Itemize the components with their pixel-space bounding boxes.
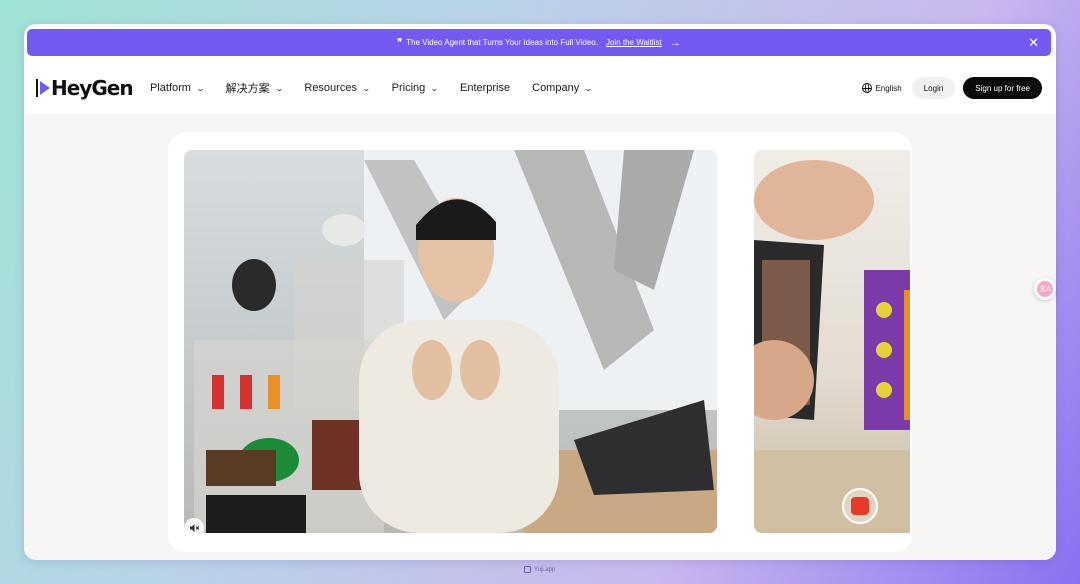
login-button[interactable]: Login [911, 77, 956, 99]
arrow-right-icon[interactable]: → [670, 37, 681, 49]
language-label: English [875, 83, 902, 93]
nav-actions: English Login Sign up for free [862, 74, 1042, 102]
menu-label: Resources [304, 82, 357, 94]
hero-section [24, 114, 1056, 560]
logo-play-mark [40, 81, 50, 95]
mute-icon[interactable] [184, 518, 204, 538]
menu-item-solutions[interactable]: 解决方案 ⌄ [225, 80, 284, 96]
watermark-text: Yuji.app [534, 566, 556, 573]
top-navigation: HeyGen Platform ⌄ 解决方案 ⌄ Resources ⌄ Pri… [24, 68, 1056, 108]
chevron-down-icon: ⌄ [430, 83, 439, 93]
logo-bar-glyph [36, 79, 38, 97]
menu-label: Enterprise [459, 82, 511, 94]
chevron-down-icon: ⌄ [274, 83, 284, 93]
watermark-icon [524, 566, 531, 573]
signup-button[interactable]: Sign up for free [963, 77, 1042, 99]
globe-icon [862, 83, 873, 93]
browser-page: ❞ The Video Agent that Turns Your Ideas … [24, 24, 1056, 560]
record-stop-icon [851, 497, 869, 515]
watermark: Yuji.app [524, 566, 555, 573]
chevron-down-icon: ⌄ [195, 83, 205, 93]
heygen-logo[interactable]: HeyGen [36, 76, 134, 100]
presenter-scene [194, 150, 717, 533]
main-menu: Platform ⌄ 解决方案 ⌄ Resources ⌄ Pricing ⌄ … [150, 68, 593, 108]
banner-message: The Video Agent that Turns Your Ideas in… [406, 38, 598, 47]
menu-label: Pricing [391, 82, 426, 94]
speaker-muted-glyph [189, 524, 199, 532]
menu-item-platform[interactable]: Platform ⌄ [150, 82, 205, 94]
translate-icon: 文A [1037, 281, 1053, 297]
menu-item-enterprise[interactable]: Enterprise [460, 82, 510, 94]
language-selector[interactable]: English [862, 83, 902, 93]
presenter-video[interactable] [184, 150, 717, 533]
announcement-banner: ❞ The Video Agent that Turns Your Ideas … [27, 29, 1051, 56]
chevron-down-icon: ⌄ [361, 83, 371, 93]
record-button[interactable] [842, 488, 878, 524]
join-waitlist-link[interactable]: Join the Waitlist [606, 38, 662, 47]
phone-recording-video[interactable] [754, 150, 910, 533]
menu-item-company[interactable]: Company ⌄ [532, 82, 593, 94]
close-banner-icon[interactable]: ✕ [1028, 35, 1039, 51]
menu-label: Platform [150, 82, 191, 94]
menu-item-pricing[interactable]: Pricing ⌄ [391, 82, 439, 94]
menu-item-resources[interactable]: Resources ⌄ [304, 82, 371, 94]
menu-label: 解决方案 [225, 82, 270, 95]
menu-label: Company [532, 82, 580, 94]
translate-widget-button[interactable]: 文A [1034, 278, 1056, 300]
logo-text: HeyGen [51, 76, 134, 100]
phone-scene [754, 160, 910, 533]
quote-icon: ❞ [397, 37, 403, 47]
chevron-down-icon: ⌄ [584, 83, 593, 93]
